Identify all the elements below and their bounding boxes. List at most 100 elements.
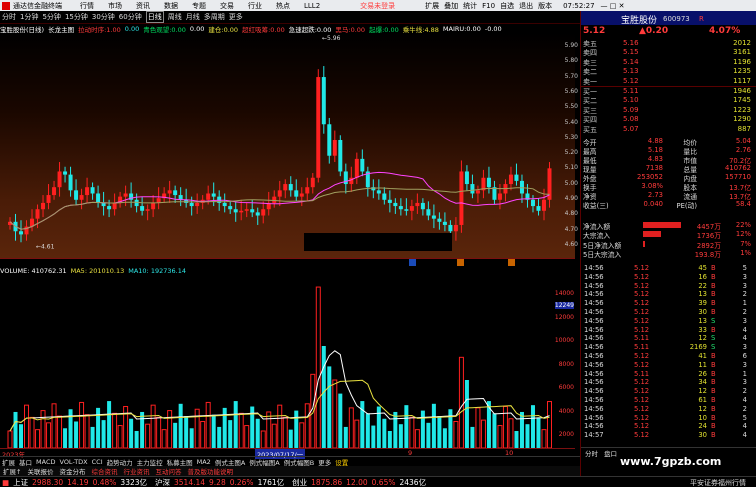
- window-controls[interactable]: — □ ✕: [601, 2, 625, 10]
- indicator-tab[interactable]: MA2: [197, 458, 211, 466]
- indicator-tab[interactable]: MACD: [36, 458, 55, 466]
- menu-item[interactable]: 行情: [80, 1, 94, 11]
- tick-row: 14:56 5.12 41 B 6: [581, 352, 756, 361]
- price-tick: 5.00: [564, 179, 578, 187]
- indicator-tab[interactable]: 例式主图A: [215, 457, 245, 467]
- indicator-tabs: 扩展 基口 MACD VOL-TDX CCI 趋势动力 主力监控 私募主图 MA2 例式主图A 例式…: [0, 456, 580, 467]
- indicator-tab[interactable]: 例式幅图B: [284, 457, 314, 467]
- index-field: 0.65%: [371, 477, 396, 487]
- period-button[interactable]: 5分钟: [42, 12, 60, 22]
- toolbar-button[interactable]: 退出: [519, 1, 533, 11]
- order-book-row[interactable]: 卖一 5.12 1117: [583, 77, 753, 86]
- index-field: 0.48%: [92, 477, 117, 487]
- volume-chart[interactable]: [0, 266, 575, 449]
- tick-cell: 3: [742, 281, 747, 290]
- volume-bar: [211, 414, 216, 448]
- order-book-row[interactable]: 买四 5.08 1290: [583, 115, 753, 124]
- volume-bar: [35, 429, 41, 449]
- menu-item[interactable]: 资讯: [136, 1, 150, 11]
- candle: [74, 179, 79, 205]
- order-book-row[interactable]: 卖四 5.15 3161: [583, 48, 753, 57]
- period-button[interactable]: 更多: [229, 12, 243, 22]
- order-book-row[interactable]: 买五 5.07 887: [583, 125, 753, 134]
- volume-bar: [51, 403, 57, 449]
- period-button[interactable]: 1分钟: [20, 12, 38, 22]
- candle: [338, 135, 343, 177]
- stats-row: 最低 4.83 市值 70.2亿: [583, 155, 753, 165]
- indicator-tab[interactable]: CCI: [92, 458, 103, 466]
- toolbar-button[interactable]: 版本: [538, 1, 552, 11]
- menu-item[interactable]: 热点: [276, 1, 290, 11]
- level-volume: 887: [737, 124, 751, 133]
- info-tab[interactable]: 关联报价: [27, 466, 53, 476]
- indicator-tab[interactable]: 基口: [19, 457, 32, 467]
- menu-item[interactable]: 交易: [220, 1, 234, 11]
- info-tab[interactable]: 扩展↑: [3, 466, 21, 476]
- info-tab[interactable]: 资金分布: [59, 466, 85, 476]
- event-marker[interactable]: [457, 259, 464, 266]
- volume-bar: [348, 407, 354, 449]
- period-button[interactable]: 15分钟: [65, 12, 88, 22]
- indicator-tab[interactable]: 扩展: [2, 457, 15, 467]
- order-book-row[interactable]: 卖三 5.14 1196: [583, 58, 753, 67]
- toolbar-button[interactable]: 叠加: [444, 1, 458, 11]
- candle: [167, 180, 172, 203]
- period-button[interactable]: 多周期: [204, 12, 225, 22]
- indicator-tab[interactable]: 趋势动力: [107, 457, 133, 467]
- indicator-tab[interactable]: 例式幅图A: [249, 457, 279, 467]
- period-button[interactable]: 30分钟: [92, 12, 115, 22]
- volume-bar: [414, 429, 420, 449]
- indicator-tab[interactable]: VOL-TDX: [59, 458, 87, 466]
- price-chart[interactable]: ←5.96 ←4.61: [0, 33, 575, 258]
- candle: [470, 174, 475, 199]
- event-marker[interactable]: [508, 259, 515, 266]
- order-book-row[interactable]: 买一 5.11 1946: [583, 87, 753, 96]
- toolbar-button[interactable]: 统计: [463, 1, 477, 11]
- candle: [178, 187, 183, 207]
- index-field: 创业: [292, 477, 308, 487]
- level-label: 卖一: [583, 77, 597, 86]
- tab-pankou[interactable]: 盘口: [604, 448, 617, 458]
- trade-login-status[interactable]: 交易未登录: [360, 1, 395, 11]
- tab-fenshi[interactable]: 分时: [585, 448, 598, 458]
- menu-item[interactable]: LLL2: [304, 2, 320, 10]
- flow-pct: 7%: [740, 239, 751, 248]
- indicator-tab[interactable]: 私募主图: [167, 457, 193, 467]
- menu-item[interactable]: 数据: [164, 1, 178, 11]
- indicator-tab[interactable]: 主力监控: [137, 457, 163, 467]
- tick-list[interactable]: 14:56 5.12 45 B 5 14:56 5.12 16 B 3 14:56 5.12 22 B 3 1…: [581, 264, 756, 439]
- indicator-tab[interactable]: 设置: [335, 457, 348, 467]
- order-book-row[interactable]: 卖二 5.13 1235: [583, 67, 753, 76]
- flow-pct: 12%: [735, 230, 751, 239]
- volume-bar: [448, 409, 453, 448]
- flow-row: 5日大宗流入 193.8万 1%: [583, 249, 753, 259]
- info-tab[interactable]: 普及版功能说明: [187, 466, 233, 476]
- volume-bar: [96, 407, 101, 448]
- indicator-value: 黑马:0.00: [335, 25, 366, 34]
- indicator-tab[interactable]: 更多: [318, 457, 331, 467]
- toolbar-button[interactable]: 自选: [500, 1, 514, 11]
- price-axis: 5.90 5.80 5.70 5.60 5.50 5.40 5.30 5.20 5.10 5.00…: [548, 33, 578, 258]
- period-button[interactable]: 60分钟: [119, 12, 142, 22]
- menu-item[interactable]: 专题: [192, 1, 206, 11]
- period-button[interactable]: 分时: [2, 12, 16, 22]
- order-book-row[interactable]: 买三 5.09 1223: [583, 106, 753, 115]
- order-book-row[interactable]: 卖五 5.16 2012: [583, 39, 753, 48]
- level-price: 5.13: [623, 67, 639, 76]
- stats-cell: 净资: [583, 193, 597, 201]
- period-button[interactable]: 日线: [145, 11, 164, 23]
- toolbar-button[interactable]: F10: [482, 2, 495, 10]
- menu-item[interactable]: 市场: [108, 1, 122, 11]
- volume-tick: 2000: [558, 431, 574, 438]
- order-book-row[interactable]: 买二 5.10 1745: [583, 96, 753, 105]
- event-marker[interactable]: [409, 259, 416, 266]
- info-tab[interactable]: 行业资讯: [123, 466, 149, 476]
- info-tab[interactable]: 综合资讯: [91, 466, 117, 476]
- period-button[interactable]: 月线: [186, 12, 200, 22]
- period-button[interactable]: 周线: [168, 12, 182, 22]
- candle: [365, 166, 370, 197]
- candle: [492, 180, 497, 205]
- info-tab[interactable]: 互动问答: [155, 466, 181, 476]
- menu-item[interactable]: 行业: [248, 1, 262, 11]
- toolbar-button[interactable]: 扩展: [425, 1, 439, 11]
